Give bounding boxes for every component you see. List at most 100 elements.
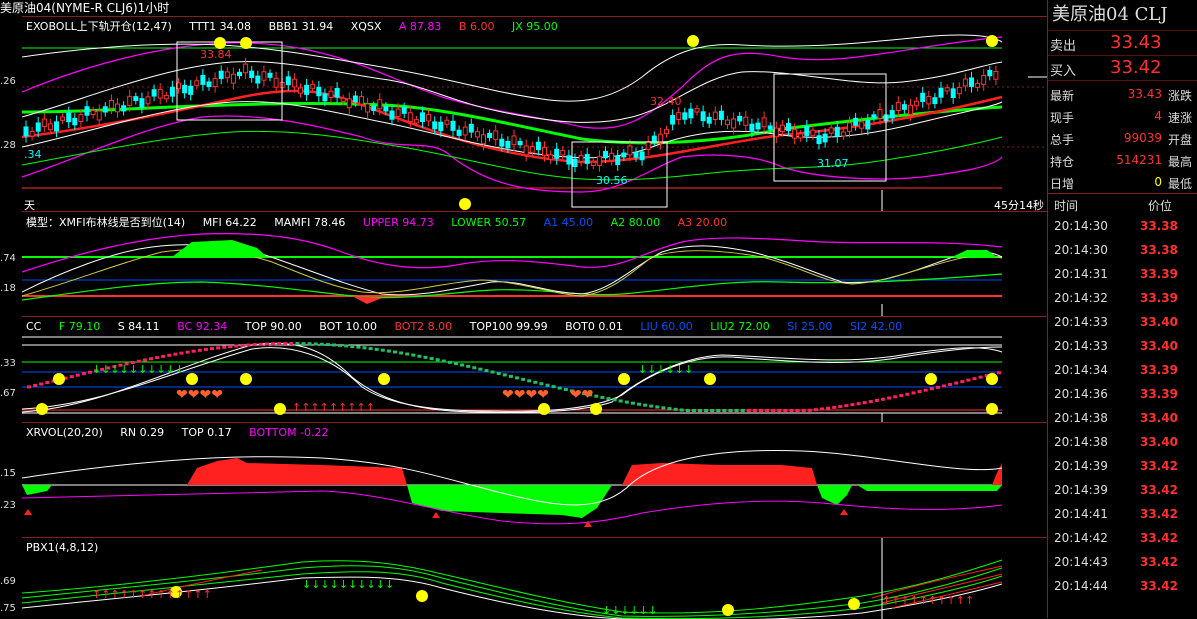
smiley-icon xyxy=(186,373,198,385)
candle-body xyxy=(523,145,529,156)
candle-body xyxy=(499,138,505,147)
y-label-p5-bottom: .75 xyxy=(0,603,16,614)
cc-dot xyxy=(338,343,343,347)
smiley-icon xyxy=(618,373,630,385)
candle-body xyxy=(962,78,968,87)
candle-body xyxy=(121,105,127,112)
cc-dot xyxy=(399,351,404,355)
candle-body xyxy=(633,151,639,158)
tick-price: 33.38 xyxy=(1140,243,1178,257)
cc-dot xyxy=(374,347,379,351)
candle-body xyxy=(157,88,163,99)
pbx-panel[interactable]: PBX1(4,8,12) ↑↑↑↑↑↑↑↑↑↑↑↑↑ ↑↑↑↑↑↑↑↑↑↑ ↓↓… xyxy=(22,537,1047,619)
candle-body xyxy=(828,127,834,134)
candle-body xyxy=(664,129,669,135)
candle-body xyxy=(29,130,35,137)
tick-price: 33.39 xyxy=(1140,291,1178,305)
tick-row: 20:14:36 33.39 xyxy=(1048,382,1197,406)
tick-time: 20:14:43 xyxy=(1054,555,1108,569)
high-annotation: 33.84 xyxy=(200,48,232,61)
candle-body xyxy=(792,129,798,139)
candle-body xyxy=(395,108,401,117)
candle-body xyxy=(127,95,133,106)
candle-body xyxy=(298,87,303,94)
stat-value: 4 xyxy=(1154,109,1162,123)
candle-body xyxy=(859,121,865,129)
candle-body xyxy=(371,105,377,112)
candle-body xyxy=(407,112,413,123)
candle-body xyxy=(987,70,993,77)
candle-body xyxy=(639,151,645,161)
cc-dot xyxy=(240,344,245,348)
candle-body xyxy=(462,126,468,136)
candle-body xyxy=(993,71,999,80)
main-price-panel[interactable]: EXOBOLL上下轨开仓(12,47) TTT1 34.08 BBB1 31.9… xyxy=(22,16,1047,214)
arrow-up-icon: ↑↑↑↑↑↑↑↑↑ xyxy=(292,401,375,414)
candle-body xyxy=(346,98,352,109)
candle-body xyxy=(249,70,255,78)
tick-time: 20:14:33 xyxy=(1054,339,1108,353)
candle-body xyxy=(676,112,682,121)
candle-body xyxy=(761,117,767,128)
candle-body xyxy=(700,111,706,122)
arrow-up-icon: ↑↑↑↑↑↑↑↑↑↑↑↑↑ xyxy=(92,588,212,601)
candle-body xyxy=(212,77,218,88)
candle-body xyxy=(627,145,633,156)
cc-dot xyxy=(734,409,739,412)
tick-time: 20:14:33 xyxy=(1054,315,1108,329)
cc-dot xyxy=(228,345,233,349)
candle-body xyxy=(731,118,737,129)
cc-dot xyxy=(161,354,166,358)
xrvol-panel[interactable]: XRVOL(20,20) RN 0.29 TOP 0.17 BOTTOM -0.… xyxy=(22,422,1047,538)
cc-dot xyxy=(533,380,538,384)
cc-dot xyxy=(801,409,806,412)
stat-row: 最新 33.43 涨跌 xyxy=(1048,83,1197,105)
candle-body xyxy=(749,123,755,133)
y-label-p3-top: .33 xyxy=(0,358,16,369)
cc-dot xyxy=(911,391,916,395)
candle-body xyxy=(456,129,462,136)
candle-body xyxy=(938,87,944,98)
candle-body xyxy=(310,83,316,89)
cc-dot xyxy=(417,354,422,358)
smiley-icon xyxy=(986,403,998,415)
cc-dot xyxy=(771,409,776,412)
cc-dot xyxy=(874,398,879,402)
candle-body xyxy=(584,154,590,164)
smiley-icon xyxy=(416,590,428,602)
candle-body xyxy=(725,119,730,126)
cc-dot xyxy=(917,390,922,394)
candle-body xyxy=(47,123,53,131)
xmfi-panel[interactable]: 模型：XMFI布林线是否到位(14) MFI 64.22 MAMFI 78.46… xyxy=(22,211,1047,317)
candle-body xyxy=(432,121,438,130)
cc-dot xyxy=(179,351,184,355)
cc-dot xyxy=(423,355,428,359)
candle-body xyxy=(450,120,456,131)
cc-panel[interactable]: CC F 79.10 S 84.11 BC 92.34 TOP 90.00 BO… xyxy=(22,316,1047,423)
bid-price: 33.42 xyxy=(1110,57,1162,78)
tick-time: 20:14:38 xyxy=(1054,411,1108,425)
smiley-icon xyxy=(538,403,550,415)
candle-body xyxy=(755,122,761,130)
cc-dot xyxy=(612,398,617,402)
cc-dot xyxy=(222,345,227,349)
tick-list[interactable]: 20:14:30 33.38 20:14:30 33.38 20:14:31 33.39 2… xyxy=(1048,214,1197,598)
candle-body xyxy=(66,112,72,123)
arrow-down-icon: ↓↓↓↓↓↓↓↓↓↓ xyxy=(302,578,395,591)
candle-body xyxy=(218,70,224,80)
candle-body xyxy=(767,125,773,130)
cc-dot xyxy=(264,342,269,346)
cc-dot xyxy=(844,404,849,408)
cc-dot xyxy=(716,409,721,412)
cc-dot xyxy=(167,353,172,357)
cc-dot xyxy=(441,359,446,363)
smiley-icon xyxy=(687,35,699,47)
cc-dot xyxy=(149,357,153,361)
cc-dot xyxy=(185,350,190,354)
cc-dot xyxy=(624,400,629,404)
smiley-icon xyxy=(240,373,252,385)
candle-body xyxy=(145,96,151,105)
smiley-icon xyxy=(986,35,998,47)
cc-dot xyxy=(698,409,702,412)
candle-body xyxy=(359,96,364,105)
